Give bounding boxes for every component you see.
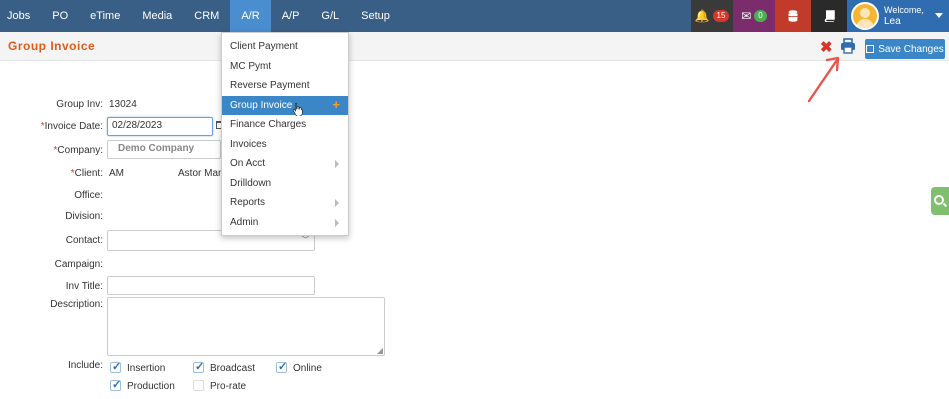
nav-po[interactable]: PO — [41, 0, 79, 32]
nav-media[interactable]: Media — [131, 0, 183, 32]
menu-item-label: Admin — [230, 216, 259, 228]
nav-etime[interactable]: eTime — [79, 0, 131, 32]
description-label: Description: — [50, 299, 103, 310]
inv-title-input[interactable] — [107, 276, 315, 295]
nav-gl[interactable]: G/L — [310, 0, 350, 32]
nav-setup[interactable]: Setup — [350, 0, 401, 32]
group-inv-label: Group Inv: — [56, 99, 103, 110]
envelope-icon: ✉ — [741, 9, 752, 23]
group-inv-value: 13024 — [109, 99, 137, 110]
nav-crm[interactable]: CRM — [183, 0, 230, 32]
plus-icon[interactable]: + — [332, 95, 340, 115]
nav-ap[interactable]: A/P — [271, 0, 311, 32]
company-label-text: Company: — [57, 145, 103, 156]
book-button[interactable] — [811, 0, 847, 32]
menu-item-mc-pymt[interactable]: MC Pymt — [222, 57, 348, 77]
hand-cursor-icon — [292, 102, 303, 116]
invoice-date-label: *Invoice Date: — [3, 121, 103, 132]
nav-jobs[interactable]: Jobs — [0, 0, 41, 32]
floppy-disk-icon — [866, 45, 875, 53]
messages-badge: 0 — [754, 10, 767, 22]
database-icon — [788, 10, 798, 22]
online-label: Online — [293, 363, 322, 374]
menu-item-reverse-payment[interactable]: Reverse Payment — [222, 76, 348, 96]
office-label: Office: — [74, 190, 103, 201]
pro-rate-checkbox[interactable] — [193, 380, 204, 391]
welcome-text: Welcome, Lea — [884, 5, 924, 27]
annotation-arrow — [807, 56, 840, 103]
notifications-button[interactable]: 🔔 15 — [691, 0, 733, 32]
messages-button[interactable]: ✉ 0 — [733, 0, 775, 32]
user-name: Lea — [884, 16, 901, 27]
menu-item-label: Invoices — [230, 138, 267, 150]
menu-item-finance-charges[interactable]: Finance Charges — [222, 115, 348, 135]
broadcast-checkbox[interactable] — [193, 360, 204, 373]
invoice-date-label-text: Invoice Date: — [44, 121, 103, 132]
save-changes-button[interactable]: Save Changes — [865, 39, 945, 59]
page-title: Group Invoice — [8, 39, 96, 53]
menu-item-admin[interactable]: Admin — [222, 213, 348, 233]
client-name: Astor Man — [178, 168, 224, 179]
division-label: Division: — [65, 211, 103, 222]
menu-item-label: Group Invoice — [230, 99, 293, 111]
client-label-text: Client: — [74, 168, 103, 179]
menu-item-label: Reverse Payment — [230, 80, 310, 91]
top-right-tools: 🔔 15 ✉ 0 Welcome, Lea — [691, 0, 949, 32]
menu-item-on-acct[interactable]: On Acct — [222, 154, 348, 174]
production-label: Production — [127, 381, 175, 392]
top-nav-bar: Jobs PO eTime Media CRM A/R A/P G/L Setu… — [0, 0, 949, 32]
contact-label: Contact: — [65, 235, 103, 246]
chevron-right-icon — [335, 160, 339, 168]
insertion-checkbox[interactable] — [110, 360, 121, 373]
welcome-label: Welcome, — [884, 5, 924, 15]
invoice-date-input[interactable]: 02/28/2023 — [107, 117, 213, 136]
company-field[interactable]: Demo Company — [107, 140, 221, 159]
campaign-label: Campaign: — [54, 259, 103, 270]
chevron-right-icon — [335, 199, 339, 207]
database-button[interactable] — [775, 0, 811, 32]
book-icon — [824, 10, 835, 22]
notifications-badge: 15 — [712, 10, 730, 22]
user-menu[interactable]: Welcome, Lea — [847, 0, 949, 32]
chevron-right-icon — [335, 218, 339, 227]
client-code: AM — [109, 168, 124, 179]
menu-item-invoices[interactable]: Invoices — [222, 135, 348, 155]
zoom-side-tab[interactable] — [931, 187, 949, 215]
save-changes-label: Save Changes — [878, 43, 944, 55]
broadcast-label: Broadcast — [210, 363, 256, 374]
menu-item-label: Finance Charges — [230, 119, 307, 130]
production-checkbox[interactable] — [110, 378, 121, 391]
menu-item-label: Drilldown — [230, 177, 272, 189]
insertion-label: Insertion — [127, 363, 166, 374]
client-label: *Client: — [3, 168, 103, 179]
chevron-down-icon — [935, 13, 943, 18]
menu-item-client-payment[interactable]: Client Payment — [222, 37, 348, 57]
menu-item-group-invoice[interactable]: Group Invoice + — [222, 95, 348, 115]
menu-item-label: Reports — [230, 197, 266, 208]
ar-dropdown-menu: Client Payment MC Pymt Reverse Payment G… — [221, 32, 349, 236]
description-textarea[interactable]: ◢ — [107, 297, 385, 356]
menu-item-label: On Acct — [230, 158, 266, 169]
inv-title-label: Inv Title: — [65, 281, 103, 292]
resize-handle-icon[interactable]: ◢ — [377, 346, 383, 355]
menu-item-drilldown[interactable]: Drilldown — [222, 174, 348, 194]
bell-icon: 🔔 — [694, 9, 710, 23]
online-checkbox[interactable] — [276, 360, 287, 373]
company-label: *Company: — [3, 145, 103, 156]
nav-ar[interactable]: A/R — [230, 0, 271, 32]
menu-item-reports[interactable]: Reports — [222, 193, 348, 213]
include-label: Include: — [67, 360, 103, 371]
zoom-in-icon — [934, 195, 944, 205]
menu-item-label: MC Pymt — [230, 60, 272, 72]
avatar — [851, 2, 879, 30]
menu-item-label: Client Payment — [230, 41, 298, 52]
pro-rate-label: Pro-rate — [210, 381, 247, 392]
